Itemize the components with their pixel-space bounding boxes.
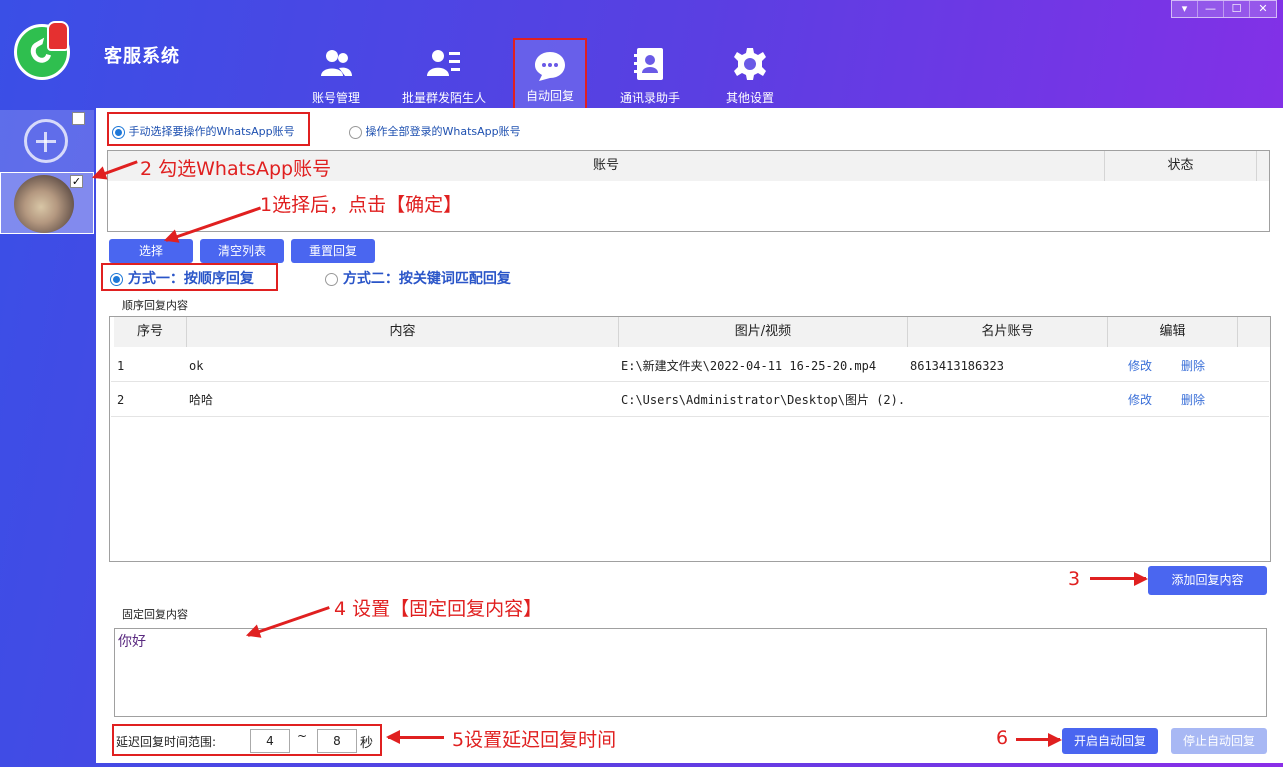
row-content: 哈哈	[189, 393, 214, 407]
row-divider	[111, 416, 1269, 417]
manual-account-label: 手动选择要操作的WhatsApp账号	[128, 125, 295, 138]
mode2-option[interactable]: 方式二：按关键词匹配回复	[325, 268, 511, 288]
nav-label: 账号管理	[311, 91, 360, 105]
seconds-unit: 秒	[360, 736, 374, 751]
chat-bubble-icon	[535, 52, 565, 81]
reset-reply-button[interactable]: 重置回复	[291, 239, 375, 263]
add-account-button[interactable]	[0, 110, 94, 172]
delay-label: 延迟回复时间范围:	[116, 735, 217, 749]
account-checkbox[interactable]: ✓	[70, 175, 83, 188]
nav-other-settings[interactable]: 其他设置	[714, 38, 786, 110]
add-reply-content-button[interactable]: 添加回复内容	[1148, 566, 1267, 595]
annotation-arrow-icon	[1090, 577, 1146, 580]
radio-unselected-icon[interactable]	[349, 125, 362, 139]
annotation-arrow-icon	[1016, 738, 1060, 741]
nav-label: 自动回复	[525, 89, 574, 103]
dropdown-menu-button[interactable]: ▾	[1172, 1, 1198, 17]
radio-selected-icon[interactable]	[112, 125, 125, 139]
contacts-book-icon	[634, 48, 663, 80]
header-bar: 客服系统 账号管理 批量群发陌生人 自动回复 通讯录助手 其他设置 ▾ — ☐ …	[0, 0, 1283, 110]
fixed-reply-title: 固定回复内容	[122, 608, 188, 621]
column-header-media[interactable]: 图片/视频	[619, 317, 908, 347]
annotation-step4: 4 设置【固定回复内容】	[334, 598, 543, 620]
nav-label: 其他设置	[725, 91, 774, 105]
all-accounts-option[interactable]: 操作全部登录的WhatsApp账号	[349, 123, 521, 139]
nav-auto-reply[interactable]: 自动回复	[513, 38, 587, 110]
fixed-reply-textarea[interactable]: 你好	[114, 628, 1267, 717]
nav-contacts-helper[interactable]: 通讯录助手	[614, 38, 686, 110]
annotation-step2: 2 勾选WhatsApp账号	[140, 158, 332, 180]
delete-link[interactable]: 删除	[1181, 383, 1205, 417]
annotation-arrow-icon	[386, 730, 444, 744]
column-header-edit[interactable]: 编辑	[1108, 317, 1238, 347]
sequence-reply-table: 序号 内容 图片/视频 名片账号 编辑 1 ok E:\新建文件夹\2022-0…	[109, 316, 1271, 562]
column-header-card[interactable]: 名片账号	[908, 317, 1108, 347]
nav-bulk-send[interactable]: 批量群发陌生人	[396, 38, 492, 110]
minimize-button[interactable]: —	[1198, 1, 1224, 17]
select-button[interactable]: 选择	[109, 239, 193, 263]
start-auto-reply-button[interactable]: 开启自动回复	[1062, 728, 1158, 754]
column-header-content[interactable]: 内容	[187, 317, 619, 347]
row-media: C:\Users\Administrator\Desktop\图片 (2).	[621, 393, 906, 407]
radio-unselected-icon[interactable]	[325, 272, 338, 286]
column-header-number[interactable]: 序号	[114, 317, 187, 347]
column-header-status[interactable]: 状态	[1105, 151, 1257, 181]
row-divider	[111, 381, 1269, 382]
column-header-spacer	[1257, 151, 1269, 181]
user-list-icon	[427, 50, 460, 76]
mode1-label: 方式一：按顺序回复	[127, 271, 254, 287]
select-all-checkbox[interactable]	[72, 112, 85, 125]
close-button[interactable]: ✕	[1250, 1, 1276, 17]
users-icon	[321, 50, 352, 76]
annotation-step1: 1选择后，点击【确定】	[260, 194, 463, 216]
window-controls: ▾ — ☐ ✕	[1171, 0, 1277, 18]
edit-link[interactable]: 修改	[1128, 349, 1152, 383]
whatsapp-logo-icon	[14, 21, 70, 80]
row-card-account: 8613413186323	[910, 359, 1004, 373]
row-number: 1	[117, 359, 125, 373]
sequence-section-title: 顺序回复内容	[122, 299, 188, 312]
mode1-option[interactable]: 方式一：按顺序回复	[110, 268, 254, 288]
annotation-step6: 6	[996, 727, 1009, 749]
stop-auto-reply-button: 停止自动回复	[1171, 728, 1267, 754]
edit-link[interactable]: 修改	[1128, 383, 1152, 417]
gear-icon	[734, 48, 766, 80]
nav-label: 通讯录助手	[619, 91, 680, 105]
annotation-step3: 3	[1068, 568, 1081, 590]
column-header-spacer	[1238, 317, 1270, 347]
account-card[interactable]: ✓	[0, 172, 94, 234]
nav-account-management[interactable]: 账号管理	[300, 38, 372, 110]
delete-link[interactable]: 删除	[1181, 349, 1205, 383]
clear-list-button[interactable]: 清空列表	[200, 239, 284, 263]
delay-range-group: 延迟回复时间范围: 4 ~ 8 秒	[112, 724, 382, 756]
row-number: 2	[117, 393, 125, 407]
account-sidebar: ✓	[0, 108, 96, 767]
radio-selected-icon[interactable]	[110, 272, 123, 286]
all-accounts-label: 操作全部登录的WhatsApp账号	[365, 125, 521, 138]
avatar	[14, 175, 74, 233]
manual-account-option[interactable]: 手动选择要操作的WhatsApp账号	[112, 123, 295, 139]
nav-label: 批量群发陌生人	[401, 91, 486, 105]
maximize-button[interactable]: ☐	[1224, 1, 1250, 17]
row-media: E:\新建文件夹\2022-04-11 16-25-20.mp4	[621, 359, 877, 373]
row-content: ok	[189, 359, 204, 373]
annotation-step5: 5设置延迟回复时间	[452, 729, 617, 751]
mode2-label: 方式二：按关键词匹配回复	[342, 271, 511, 287]
delay-min-input[interactable]: 4	[250, 729, 290, 753]
plus-circle-icon	[24, 119, 68, 163]
delay-max-input[interactable]: 8	[317, 729, 357, 753]
range-separator: ~	[297, 729, 308, 743]
app-title: 客服系统	[104, 46, 180, 67]
thumbs-up-icon	[47, 21, 69, 51]
